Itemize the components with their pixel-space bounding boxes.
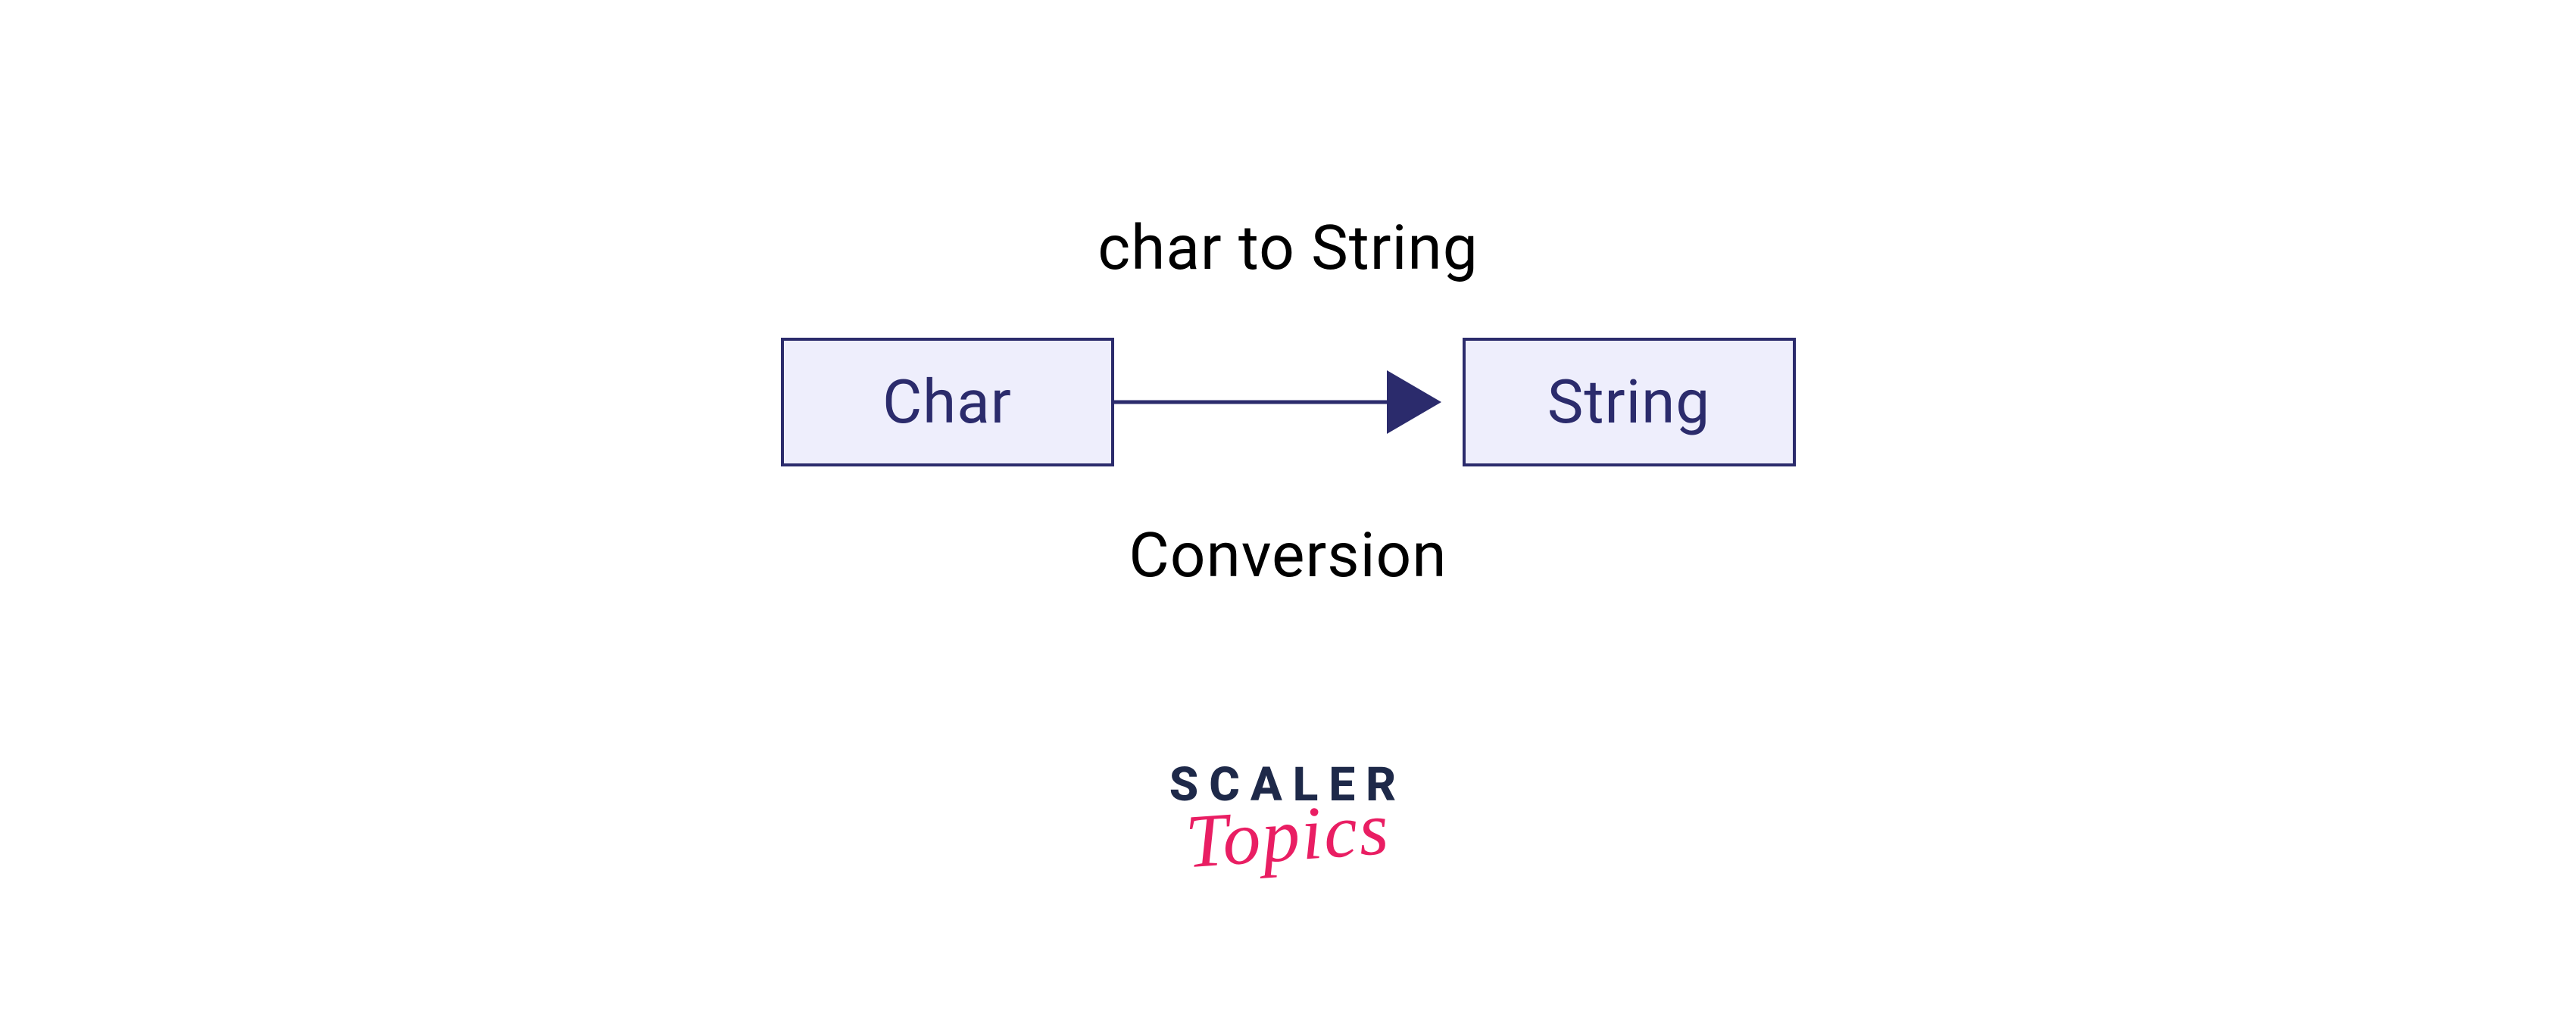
arrow-line-icon — [1114, 401, 1402, 404]
diagram-subtitle: Conversion — [1129, 519, 1447, 592]
flow-row: Char String — [781, 338, 1796, 466]
target-box: String — [1463, 338, 1796, 466]
source-box: Char — [781, 338, 1114, 466]
diagram-container: char to String Char String Conversion — [607, 212, 1970, 592]
arrow-container — [1114, 338, 1463, 466]
brand-logo: SCALER Topics — [1169, 757, 1407, 878]
logo-line2: Topics — [1183, 784, 1393, 886]
arrow-head-icon — [1387, 370, 1441, 434]
diagram-title: char to String — [1098, 212, 1478, 285]
